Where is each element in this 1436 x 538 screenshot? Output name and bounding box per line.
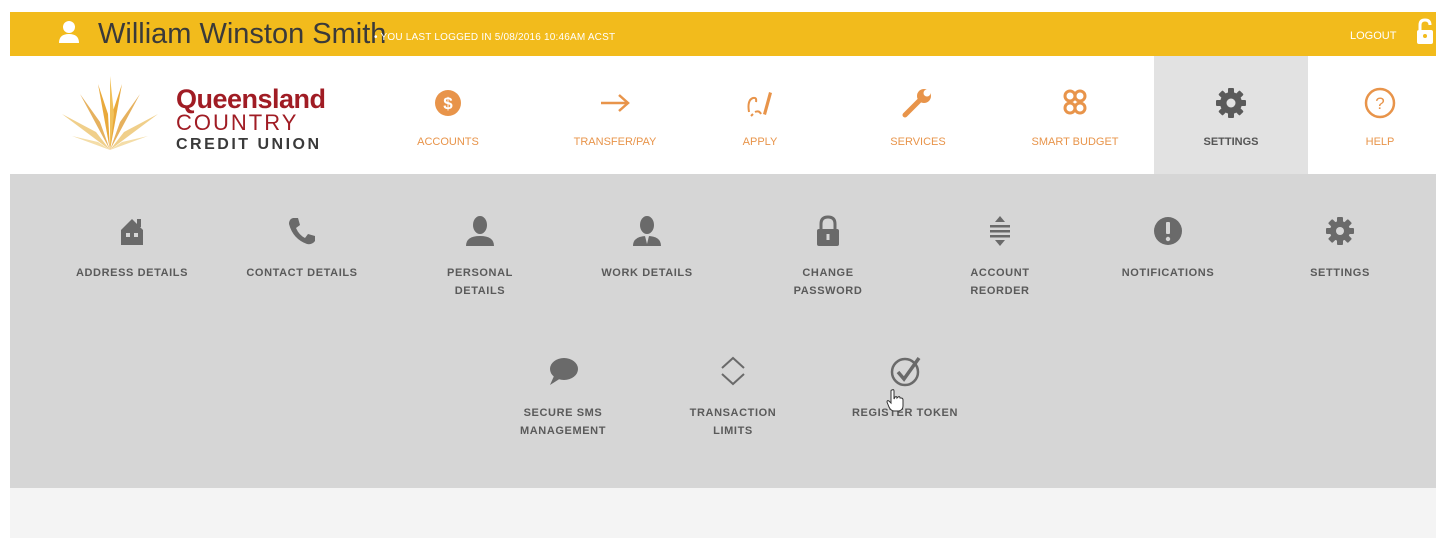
nav-label: ACCOUNTS	[417, 136, 479, 148]
knot-icon	[1063, 89, 1087, 115]
logo-text-country: COUNTRY	[176, 110, 299, 135]
settings-submenu: ADDRESS DETAILS CONTACT DETAILS PERSONAL…	[10, 174, 1436, 488]
content-area	[10, 488, 1436, 538]
nav-settings[interactable]: SETTINGS	[1154, 56, 1308, 174]
nav-label: SERVICES	[890, 136, 946, 148]
submenu-personal-details[interactable]: PERSONAL DETAILS	[420, 214, 540, 300]
nav-accounts[interactable]: $ ACCOUNTS	[398, 56, 498, 174]
submenu-secure-sms[interactable]: SECURE SMS MANAGEMENT	[498, 354, 628, 440]
person-icon	[466, 216, 494, 246]
submenu-contact-details[interactable]: CONTACT DETAILS	[232, 214, 372, 282]
submenu-label: NOTIFICATIONS	[1121, 267, 1215, 279]
nav-services[interactable]: SERVICES	[868, 56, 968, 174]
nav-apply[interactable]: APPLY	[720, 56, 800, 174]
submenu-transaction-limits[interactable]: TRANSACTION LIMITS	[668, 354, 798, 440]
nav-label: SMART BUDGET	[1031, 136, 1119, 148]
phone-icon	[289, 218, 315, 245]
svg-text:$: $	[443, 94, 453, 113]
speech-bubble-icon	[550, 358, 578, 385]
submenu-label: WORK DETAILS	[601, 267, 693, 279]
hand-cursor-icon	[886, 389, 904, 412]
last-login-text: • YOU LAST LOGGED IN 5/08/2016 10:46AM A…	[374, 32, 616, 43]
submenu-label: SETTINGS	[1310, 267, 1370, 279]
submenu-label: CONTACT DETAILS	[246, 267, 358, 279]
up-down-chevron-icon	[721, 356, 745, 386]
submenu-change-password[interactable]: CHANGE PASSWORD	[768, 214, 888, 300]
submenu-account-reorder[interactable]: ACCOUNT REORDER	[940, 214, 1060, 300]
nav-help[interactable]: ? HELP	[1330, 56, 1430, 174]
gear-icon	[1216, 88, 1246, 118]
submenu-label: TRANSACTION LIMITS	[689, 407, 777, 437]
submenu-label: PERSONAL DETAILS	[447, 267, 513, 297]
house-icon	[121, 219, 143, 245]
user-icon	[59, 21, 79, 43]
unlock-icon[interactable]	[1416, 18, 1434, 46]
submenu-label: REGISTER TOKEN	[852, 407, 958, 419]
logo-text-credit-union: CREDIT UNION	[176, 136, 322, 153]
submenu-settings[interactable]: SETTINGS	[1290, 214, 1390, 282]
logout-link[interactable]: LOGOUT	[1350, 30, 1396, 42]
nav-label: APPLY	[742, 136, 778, 148]
exclamation-icon	[1154, 217, 1182, 245]
submenu-notifications[interactable]: NOTIFICATIONS	[1100, 214, 1236, 282]
submenu-work-details[interactable]: WORK DETAILS	[582, 214, 712, 282]
top-bar: William Winston Smith • YOU LAST LOGGED …	[10, 12, 1436, 56]
svg-text:?: ?	[1375, 94, 1384, 113]
nav-smart-budget[interactable]: SMART BUDGET	[1010, 56, 1140, 174]
check-circle-icon	[890, 356, 921, 387]
nav-transfer-pay[interactable]: TRANSFER/PAY	[550, 56, 680, 174]
arrow-right-icon	[601, 94, 630, 112]
pen-icon	[747, 92, 772, 117]
nav-label: TRANSFER/PAY	[573, 136, 657, 148]
submenu-register-token[interactable]: REGISTER TOKEN	[840, 354, 970, 422]
nav-label: HELP	[1365, 136, 1395, 148]
qccu-logo[interactable]: Queensland COUNTRY CREDIT UNION	[58, 74, 338, 154]
submenu-label: ACCOUNT REORDER	[970, 267, 1030, 297]
submenu-label: CHANGE PASSWORD	[793, 267, 863, 297]
nav-label: SETTINGS	[1203, 136, 1259, 148]
submenu-label: SECURE SMS MANAGEMENT	[519, 407, 607, 437]
main-navigation: Queensland COUNTRY CREDIT UNION $ ACCOUN…	[10, 56, 1436, 174]
user-name: William Winston Smith	[98, 18, 387, 50]
reorder-icon	[990, 216, 1010, 246]
help-circle-icon: ?	[1364, 87, 1396, 119]
submenu-address-details[interactable]: ADDRESS DETAILS	[62, 214, 202, 282]
dollar-coin-icon: $	[435, 90, 461, 116]
padlock-icon	[817, 215, 839, 246]
logo-emblem	[62, 76, 158, 150]
business-person-icon	[633, 216, 661, 246]
wrench-icon	[902, 89, 931, 118]
submenu-label: ADDRESS DETAILS	[75, 267, 189, 279]
gear-icon	[1326, 217, 1354, 245]
